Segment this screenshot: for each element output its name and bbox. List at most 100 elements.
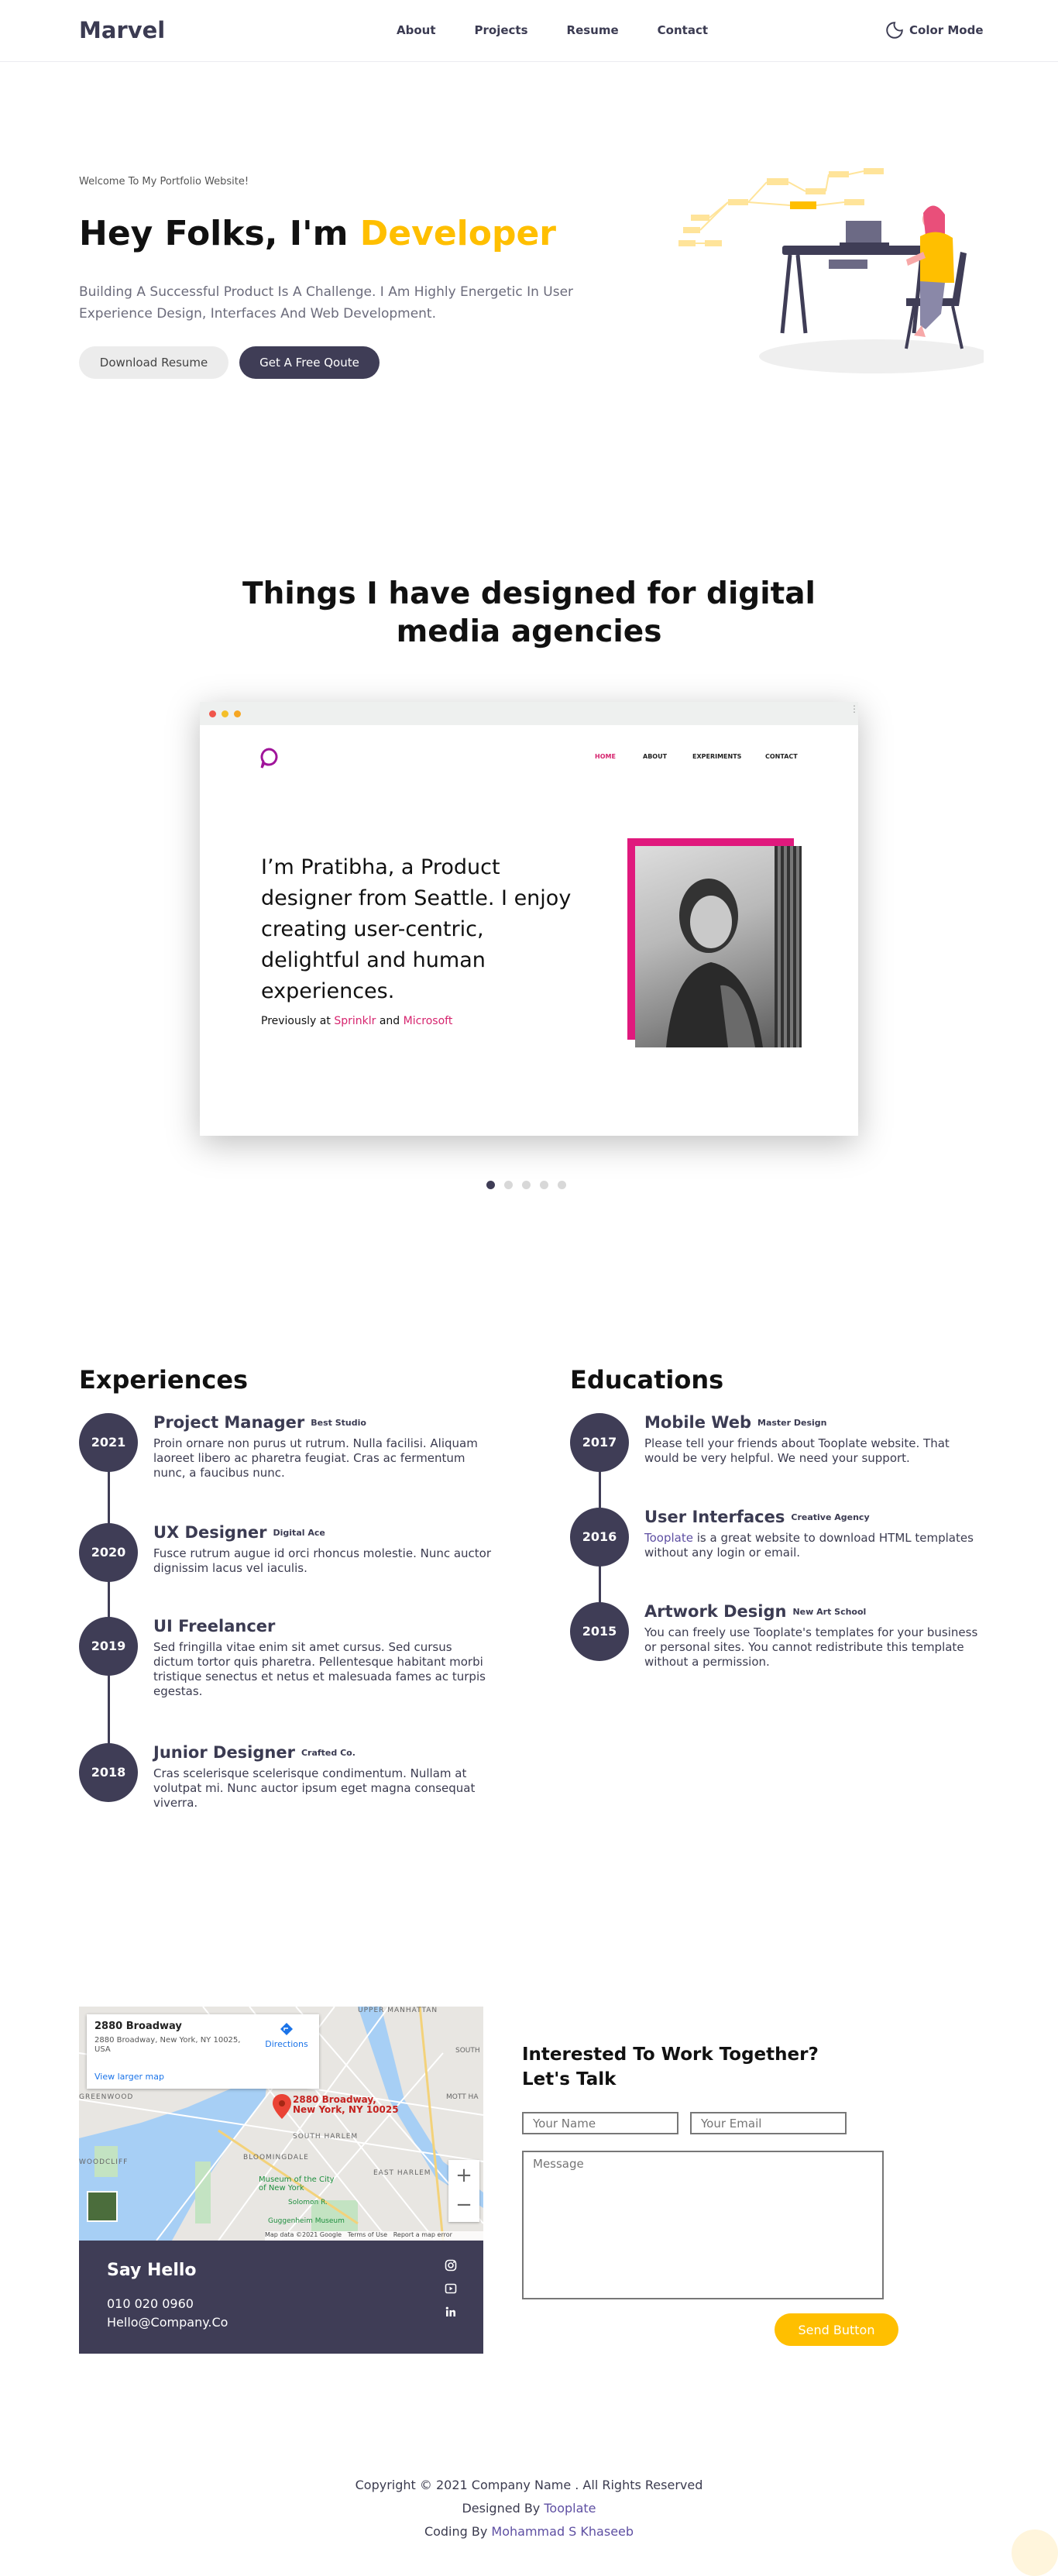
education-item: User Interfaces Creative Agency Tooplate … (644, 1508, 985, 1560)
company-microsoft: Microsoft (403, 1015, 453, 1027)
mini-nav-contact: CONTACT (765, 753, 798, 760)
mini-nav-experiments: EXPERIMENTS (692, 753, 742, 760)
author-link[interactable]: Mohammad S Khaseeb (491, 2524, 634, 2539)
education-item: Artwork Design New Art School You can fre… (644, 1602, 985, 1670)
experience-desc: Sed fringilla vitae enim sit amet cursus… (153, 1640, 486, 1698)
report-error-link[interactable]: Report a map error (393, 2231, 452, 2238)
experience-role: UI Freelancer (153, 1617, 276, 1635)
phone-number[interactable]: 010 020 0960 (107, 2296, 194, 2311)
tooplate-link[interactable]: Tooplate (644, 1531, 693, 1545)
carousel-dot-2[interactable] (504, 1181, 513, 1189)
name-input[interactable] (522, 2112, 678, 2134)
designed-by-label: Designed By (462, 2501, 541, 2516)
terms-link[interactable]: Terms of Use (348, 2231, 387, 2238)
linkedin-icon[interactable] (445, 2306, 457, 2318)
designed-by-line: Designed By Tooplate (219, 2497, 839, 2520)
email-input[interactable] (690, 2112, 847, 2134)
satellite-toggle[interactable] (87, 2191, 118, 2222)
map-label-solomon: Solomon R. (288, 2199, 328, 2206)
moon-icon (886, 22, 903, 39)
map-label-woodcliff: WOODCLIFF (79, 2158, 129, 2166)
company-sprinklr: Sprinklr (334, 1015, 376, 1027)
experience-role: Junior Designer (153, 1743, 295, 1762)
slide-headline: I’m Pratibha, a Product designer from Se… (261, 855, 572, 1003)
map-place-name: 2880 Broadway (94, 2021, 182, 2032)
kebab-menu-icon: ⋮ (850, 703, 859, 714)
experience-org: Best Studio (311, 1418, 366, 1428)
experience-role: Project Manager (153, 1413, 305, 1432)
zoom-out-icon[interactable]: − (448, 2191, 479, 2222)
map-pin-icon[interactable] (273, 2094, 291, 2122)
back-to-top-button[interactable] (1012, 2530, 1058, 2576)
nav-link-contact[interactable]: Contact (658, 23, 708, 37)
year-badge-2017: 2017 (570, 1413, 629, 1472)
mini-nav-about: ABOUT (643, 753, 668, 760)
map-label-east-harlem: EAST HARLEM (373, 2169, 431, 2177)
education-org: Master Design (757, 1418, 827, 1428)
year-badge-2018: 2018 (79, 1743, 138, 1802)
carousel-dot-4[interactable] (540, 1181, 548, 1189)
message-textarea[interactable] (522, 2151, 884, 2299)
and-label: and (379, 1015, 400, 1027)
map-label-south-harlem: SOUTH HARLEM (293, 2133, 359, 2141)
directions-button[interactable]: Directions (263, 2022, 310, 2049)
year-badge-2016: 2016 (570, 1508, 629, 1567)
education-org: New Art School (792, 1607, 867, 1617)
map-label-upper-manhattan: UPPER MANHATTAN (358, 2007, 438, 2014)
download-resume-button[interactable]: Download Resume (79, 346, 228, 379)
nav-link-resume[interactable]: Resume (567, 23, 619, 37)
coding-by-line: Coding By Mohammad S Khaseeb (219, 2520, 839, 2543)
view-larger-map-link[interactable]: View larger map (94, 2072, 164, 2082)
map-label-greenwood: GREENWOOD (79, 2093, 134, 2101)
tooplate-footer-link[interactable]: Tooplate (544, 2501, 596, 2516)
map-label-mott-haven: MOTT HA (446, 2093, 479, 2101)
educations-title: Educations (570, 1365, 724, 1395)
year-badge-2015: 2015 (570, 1602, 629, 1661)
zoom-controls: + − (448, 2160, 479, 2222)
experiences-title: Experiences (79, 1365, 249, 1395)
portfolio-slide[interactable]: ⋮ HOME ABOUT EXPERIMENTS CONTACT I’m Pra… (200, 702, 859, 1136)
experience-desc: Cras scelerisque scelerisque condimentum… (153, 1766, 476, 1810)
hero-description: Building A Successful Product Is A Chall… (79, 284, 574, 322)
top-navbar: Marvel About Projects Resume Contact Col… (0, 0, 1058, 62)
browser-toolbar: ⋮ (200, 702, 859, 725)
directions-label: Directions (265, 2039, 308, 2049)
experience-desc: Proin ornare non purus ut rutrum. Nulla … (153, 1436, 478, 1480)
nav-link-about[interactable]: About (397, 23, 436, 37)
maximize-dot-icon (234, 710, 241, 717)
email-address[interactable]: Hello@Company.Co (107, 2315, 228, 2330)
carousel-dot-3[interactable] (522, 1181, 531, 1189)
get-quote-button[interactable]: Get A Free Qoute (239, 346, 380, 379)
carousel-dot-1[interactable] (486, 1181, 495, 1189)
experience-org: Digital Ace (273, 1528, 325, 1538)
footer: Copyright © 2021 Company Name . All Righ… (219, 2474, 839, 2543)
google-map[interactable]: 2880 Broadway 2880 Broadway, New York, N… (79, 2007, 483, 2241)
instagram-icon[interactable] (445, 2259, 457, 2272)
welcome-text: Welcome To My Portfolio Website! (79, 176, 249, 187)
developer-illustration (678, 168, 984, 373)
education-desc: You can freely use Tooplate's templates … (644, 1625, 978, 1669)
education-desc-text: is a great website to download HTML temp… (644, 1531, 974, 1560)
previously-label: Previously at (261, 1015, 331, 1027)
education-role: Mobile Web (644, 1413, 751, 1432)
map-label-guggenheim: Guggenheim Museum (268, 2217, 345, 2225)
coding-by-label: Coding By (424, 2524, 488, 2539)
carousel-dots (486, 1181, 575, 1189)
education-org: Creative Agency (791, 1512, 870, 1522)
carousel-dot-5[interactable] (558, 1181, 566, 1189)
nav-link-projects[interactable]: Projects (475, 23, 528, 37)
map-info-card: 2880 Broadway 2880 Broadway, New York, N… (87, 2014, 319, 2089)
main-menu: About Projects Resume Contact (397, 23, 747, 37)
youtube-icon[interactable] (445, 2282, 457, 2295)
zoom-in-icon[interactable]: + (448, 2160, 479, 2191)
color-mode-label: Color Mode (909, 23, 984, 37)
experience-item: Project Manager Best Studio Proin ornare … (153, 1413, 494, 1481)
experience-org: Crafted Co. (301, 1748, 356, 1758)
slide-previously: Previously at Sprinklr and Microsoft (261, 1015, 452, 1027)
brand-logo[interactable]: Marvel (79, 17, 165, 43)
color-mode-toggle[interactable]: Color Mode (885, 20, 984, 40)
experience-item: UX Designer Digital Ace Fusce rutrum augu… (153, 1523, 494, 1576)
contact-title: Interested To Work Together? Let's Talk (522, 2045, 819, 2089)
send-button[interactable]: Send Button (775, 2313, 898, 2346)
experiences-timeline-line (108, 1443, 110, 1768)
